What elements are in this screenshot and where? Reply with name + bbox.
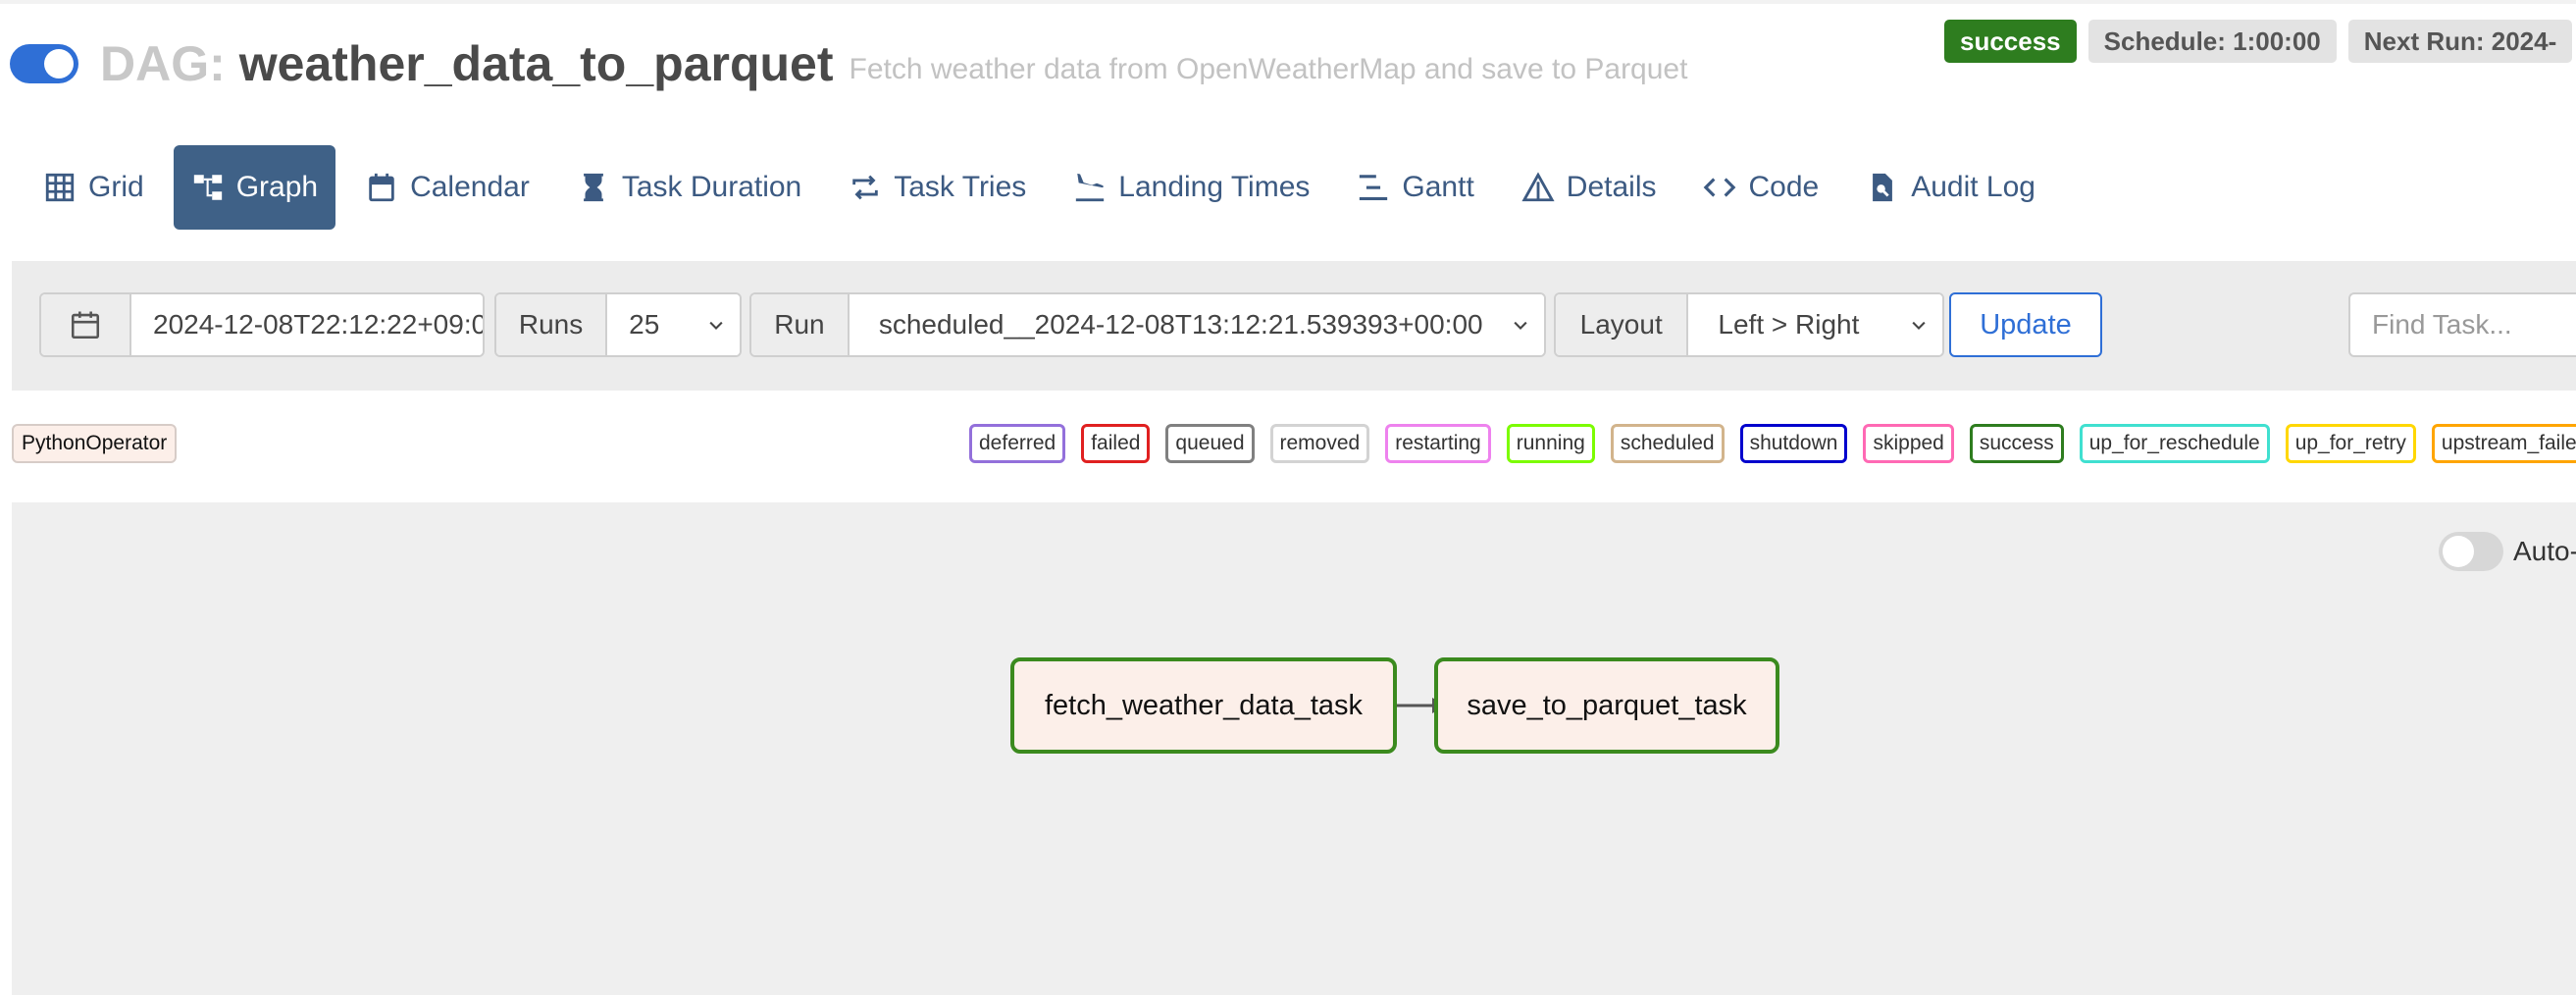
tab-label: Task Tries (894, 171, 1027, 203)
layout-value: Left > Right (1718, 309, 1860, 340)
calendar-icon (369, 173, 394, 202)
tab-label: Landing Times (1118, 171, 1311, 203)
grid-icon (45, 173, 75, 202)
tab-details[interactable]: Details (1504, 145, 1674, 230)
graph-controls: 2024-12-08T22:12:22+09:00 Runs 25 Run sc… (12, 261, 2576, 391)
run-value: scheduled__2024-12-08T13:12:21.539393+00… (878, 309, 1483, 340)
tab-task-duration[interactable]: Task Duration (559, 145, 819, 230)
task-node-save-to-parquet[interactable]: save_to_parquet_task (1434, 657, 1779, 754)
tab-landing-times[interactable]: Landing Times (1056, 145, 1327, 230)
tab-label: Details (1566, 171, 1657, 203)
state-legend-skipped[interactable]: skipped (1863, 424, 1954, 463)
run-select[interactable]: scheduled__2024-12-08T13:12:21.539393+00… (849, 294, 1544, 355)
tab-label: Graph (235, 171, 319, 203)
file-search-icon (1873, 173, 1893, 202)
dag-prefix: DAG: (100, 36, 226, 91)
runs-label: Runs (496, 294, 608, 355)
update-button[interactable]: Update (1949, 292, 2102, 357)
warning-triangle-icon (1521, 172, 1555, 202)
date-picker-button[interactable] (41, 294, 131, 355)
state-legend-queued[interactable]: queued (1165, 424, 1255, 463)
status-badge: success (1944, 20, 2077, 63)
state-legend-success[interactable]: success (1969, 424, 2064, 463)
repeat-icon (852, 175, 878, 200)
tab-label: Code (1748, 171, 1820, 203)
state-legend: deferred failed queued removed restarting run… (969, 424, 2576, 463)
state-legend-running[interactable]: running (1506, 424, 1595, 463)
tab-grid[interactable]: Grid (26, 145, 162, 230)
tab-calendar[interactable]: Calendar (347, 145, 547, 230)
code-icon (1704, 178, 1736, 197)
base-date-input[interactable]: 2024-12-08T22:12:22+09:00 (131, 294, 483, 355)
graph-icon (193, 175, 222, 200)
base-date-group: 2024-12-08T22:12:22+09:00 (39, 292, 485, 357)
state-legend-up-for-reschedule[interactable]: up_for_reschedule (2079, 424, 2270, 463)
find-task-input[interactable]: Find Task... (2348, 292, 2576, 357)
tab-audit-log[interactable]: Audit Log (1848, 145, 2053, 230)
dag-header: DAG: weather_data_to_parquet Fetch weath… (10, 29, 1687, 98)
state-legend-deferred[interactable]: deferred (969, 424, 1066, 463)
plane-landing-icon (1076, 173, 1105, 202)
top-border (0, 0, 2576, 4)
hourglass-icon (583, 173, 603, 202)
layout-select[interactable]: Left > Right (1688, 294, 1942, 355)
tab-label: Task Duration (621, 171, 802, 203)
graph-canvas[interactable]: Auto-refresh fetch_weather_data_task sav… (12, 502, 2576, 995)
gantt-icon (1360, 175, 1388, 201)
next-run-badge: Next Run: 2024- (2347, 20, 2573, 63)
state-legend-restarting[interactable]: restarting (1385, 424, 1491, 463)
chevron-down-icon (1912, 321, 1926, 330)
tab-label: Calendar (410, 171, 530, 203)
tab-label: Audit Log (1911, 171, 2035, 203)
state-legend-upstream-failed[interactable]: upstream_failed (2431, 424, 2576, 463)
dag-pause-toggle[interactable] (10, 44, 78, 83)
chevron-down-icon (1514, 321, 1527, 330)
layout-group: Layout Left > Right (1554, 292, 1944, 357)
calendar-icon (71, 311, 100, 340)
runs-group: Runs 25 (494, 292, 742, 357)
tab-code[interactable]: Code (1685, 145, 1836, 230)
tab-task-tries[interactable]: Task Tries (831, 145, 1044, 230)
tab-label: Grid (88, 171, 144, 203)
chevron-down-icon (709, 321, 723, 330)
runs-value: 25 (629, 309, 660, 340)
run-label: Run (751, 294, 850, 355)
toggle-knob (44, 49, 74, 79)
state-legend-failed[interactable]: failed (1081, 424, 1151, 463)
schedule-badge: Schedule: 1:00:00 (2087, 20, 2337, 63)
dag-badges: success Schedule: 1:00:00 Next Run: 2024… (1944, 20, 2576, 63)
view-tabs: Grid Graph Calendar Task Duration Task T… (26, 145, 2065, 230)
runs-select[interactable]: 25 (607, 294, 740, 355)
run-group: Run scheduled__2024-12-08T13:12:21.53939… (749, 292, 1546, 357)
dag-name: weather_data_to_parquet (238, 36, 834, 91)
state-legend-scheduled[interactable]: scheduled (1610, 424, 1725, 463)
state-legend-shutdown[interactable]: shutdown (1739, 424, 1848, 463)
operator-legend-pythonoperator[interactable]: PythonOperator (12, 424, 178, 463)
state-legend-up-for-retry[interactable]: up_for_retry (2285, 424, 2416, 463)
state-legend-removed[interactable]: removed (1269, 424, 1370, 463)
tab-gantt[interactable]: Gantt (1339, 145, 1491, 230)
layout-label: Layout (1556, 294, 1689, 355)
dag-description: Fetch weather data from OpenWeatherMap a… (849, 53, 1688, 85)
tab-graph[interactable]: Graph (173, 145, 336, 230)
tab-label: Gantt (1402, 171, 1474, 203)
task-edge (1397, 698, 1446, 713)
